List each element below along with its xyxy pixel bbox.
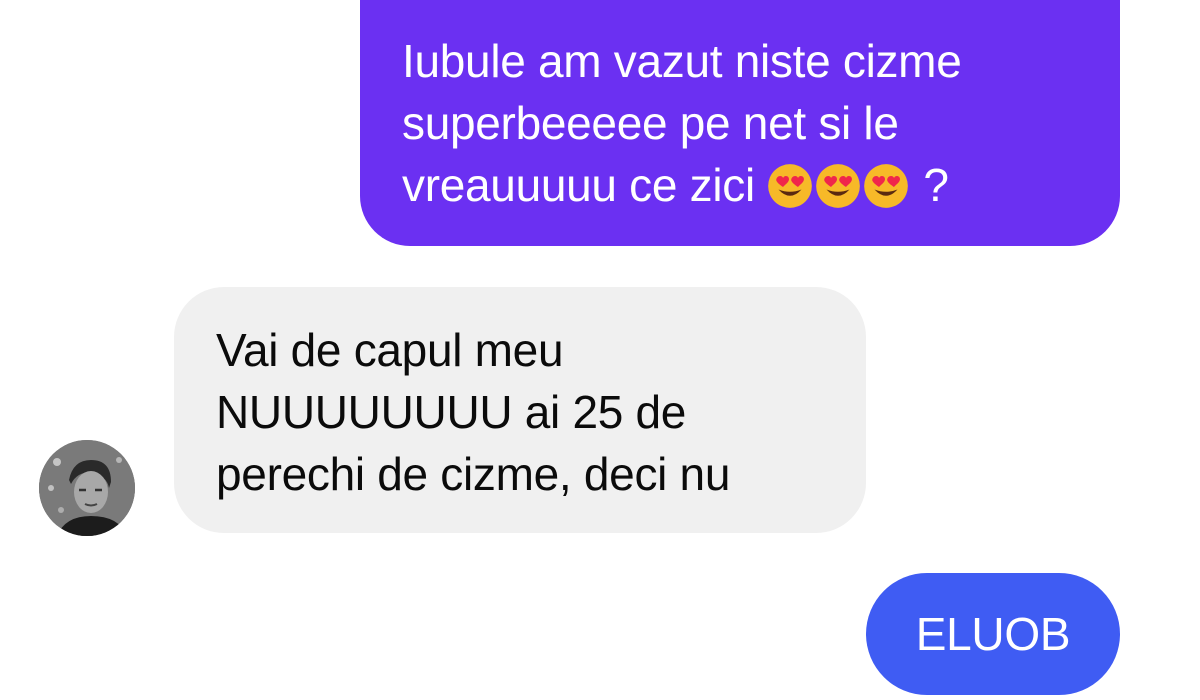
- heart-eyes-emoji-icon: [816, 164, 861, 208]
- chat-thread: Iubule am vazut niste cizme superbeeeee …: [0, 0, 1200, 700]
- message-line-text: vreauuuuu ce zici: [402, 159, 755, 211]
- message-line: Iubule am vazut niste cizme: [402, 35, 962, 87]
- message-line: Vai de capul meu: [216, 324, 564, 376]
- message-line: vreauuuuu ce zici ?: [402, 154, 1080, 216]
- contact-avatar[interactable]: [39, 440, 135, 536]
- sent-message-bubble[interactable]: Iubule am vazut niste cizme superbeeeee …: [360, 0, 1120, 246]
- received-message-bubble[interactable]: Vai de capul meu NUUUUUUUU ai 25 de pere…: [174, 287, 866, 533]
- message-line: ELUOB: [915, 608, 1071, 660]
- heart-eyes-emoji-icon: [864, 164, 909, 208]
- message-line: superbeeeee pe net si le: [402, 97, 899, 149]
- message-punctuation: ?: [923, 159, 949, 211]
- message-line: perechi de cizme, deci nu: [216, 448, 731, 500]
- avatar-photo-icon: [39, 440, 135, 536]
- heart-eyes-emoji-icon: [768, 164, 813, 208]
- message-line: NUUUUUUUU ai 25 de: [216, 386, 687, 438]
- sent-message-bubble[interactable]: ELUOB: [866, 573, 1120, 695]
